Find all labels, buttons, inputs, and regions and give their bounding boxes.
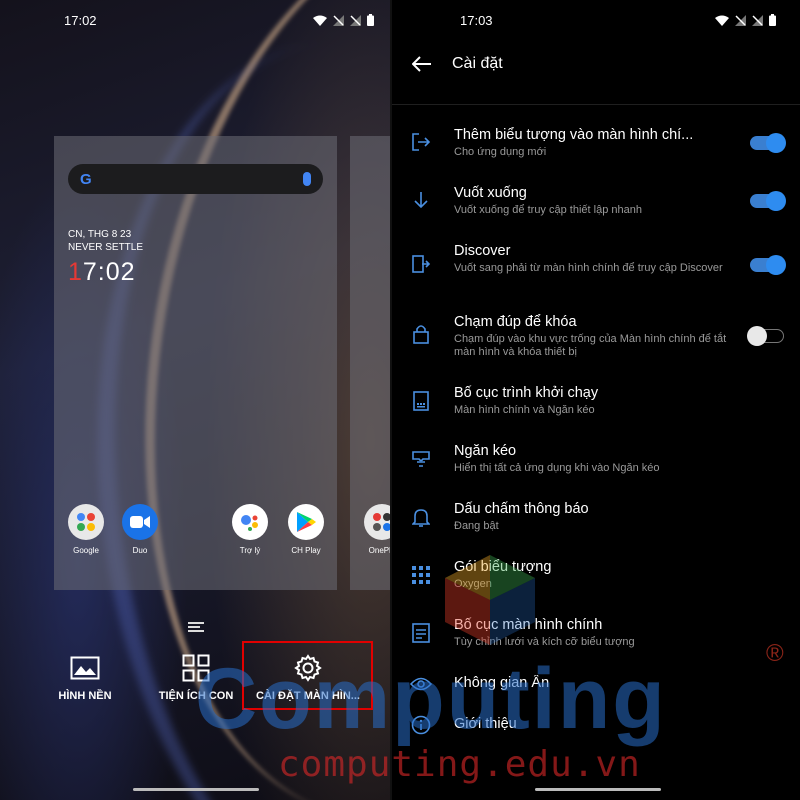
app-label: Duo [132, 546, 148, 555]
clock-hour-first-digit: 1 [68, 258, 83, 286]
highlight-box [242, 641, 373, 710]
setting-title: Thêm biểu tượng vào màn hình chí... [454, 127, 694, 143]
status-bar-right: 17:03 [460, 0, 776, 40]
more-options-icon[interactable] [188, 622, 204, 634]
status-time: 17:02 [64, 12, 97, 28]
app-label: OnePlu [368, 546, 390, 555]
status-bar-left: 17:02 [64, 0, 374, 40]
google-logo-icon: G [80, 170, 92, 188]
home-layout-icon [410, 622, 432, 644]
bell-icon [410, 506, 432, 528]
setting-subtitle: Màn hình chính và Ngăn kéo [454, 404, 595, 416]
clock-rest: 7:02 [82, 258, 136, 286]
app-label: Google [73, 546, 99, 555]
setting-subtitle: Chạm đúp vào khu vực trống của Màn hình … [454, 333, 727, 358]
status-time: 17:03 [460, 12, 493, 28]
widgets-button[interactable]: TIỆN ÍCH CON [156, 652, 236, 702]
setting-title: Discover [454, 243, 511, 259]
setting-subtitle: Vuốt sang phải từ màn hình chính để truy… [454, 262, 723, 274]
wifi-icon [715, 15, 729, 26]
no-signal-icon [333, 14, 344, 26]
app-label: Trợ lý [239, 546, 261, 555]
app-assistant[interactable]: Trợ lý [225, 504, 275, 555]
setting-title: Ngăn kéo [454, 443, 517, 459]
slogan-text: NEVER SETTLE [68, 242, 144, 253]
play-store-icon [288, 504, 324, 540]
oneplus-folder-icon [364, 504, 390, 540]
status-icons [313, 14, 374, 26]
settings-screen: 17:03 Cài đặt Thêm biểu tượng vào màn hì… [390, 0, 800, 800]
status-icons [715, 14, 776, 26]
phone-layout-icon [410, 390, 432, 412]
setting-title: Bố cục màn hình chính [454, 617, 603, 633]
google-search-bar[interactable]: G [68, 164, 323, 194]
setting-subtitle: Hiển thị tất cả ứng dụng khi vào Ngăn ké… [454, 462, 660, 474]
setting-subtitle: Oxygen [454, 578, 492, 590]
toggle-switch[interactable] [750, 133, 786, 153]
duo-icon [122, 504, 158, 540]
add-to-home-icon [410, 131, 432, 153]
toggle-switch[interactable] [750, 191, 786, 211]
mic-icon[interactable] [303, 172, 311, 186]
assistant-icon [232, 504, 268, 540]
lock-icon [410, 323, 432, 345]
eye-icon [410, 673, 432, 695]
no-signal-icon [752, 14, 763, 26]
arrow-down-icon [410, 189, 432, 211]
widgets-icon [182, 654, 210, 682]
app-duo[interactable]: Duo [115, 504, 165, 555]
setting-subtitle: Cho ứng dụng mới [454, 146, 547, 158]
setting-title: Bố cục trình khởi chạy [454, 385, 599, 401]
header-divider [392, 104, 800, 105]
wallpaper-button[interactable]: HÌNH NỀN [56, 652, 114, 702]
wallpaper-label: HÌNH NỀN [58, 690, 112, 702]
next-page-preview[interactable]: OnePlu [350, 136, 390, 590]
toggle-switch[interactable] [750, 255, 786, 275]
home-customize-screen: 17:02 G CN, THG 8 23 NEVER SETTLE 17:02 … [0, 0, 390, 800]
date-widget: CN, THG 8 23 NEVER SETTLE [68, 228, 143, 254]
date-text: CN, THG 8 23 [68, 229, 132, 240]
google-folder-icon [68, 504, 104, 540]
setting-title: Chạm đúp để khóa [454, 314, 577, 330]
home-indicator[interactable] [535, 788, 661, 791]
setting-subtitle: Đang bật [454, 520, 499, 532]
app-label: CH Play [291, 546, 321, 555]
setting-title: Gói biểu tượng [454, 559, 552, 575]
setting-title: Vuốt xuống [454, 185, 527, 201]
battery-icon [367, 14, 374, 26]
app-play-store[interactable]: CH Play [281, 504, 331, 555]
no-signal-icon [735, 14, 746, 26]
setting-subtitle: Vuốt xuống để truy cập thiết lập nhanh [454, 204, 642, 216]
page-title: Cài đặt [452, 55, 503, 72]
discover-icon [410, 253, 432, 275]
drawer-icon [410, 448, 432, 470]
no-signal-icon [350, 14, 361, 26]
home-screen-preview[interactable]: G CN, THG 8 23 NEVER SETTLE 17:02 Google… [54, 136, 337, 590]
info-icon [410, 714, 432, 736]
setting-subtitle: Tùy chỉnh lưới và kích cỡ biểu tượng [454, 636, 635, 648]
setting-title: Không gian Ẩn [454, 675, 550, 691]
home-indicator[interactable] [133, 788, 259, 791]
toggle-switch[interactable] [747, 325, 784, 346]
clock-widget: 17:02 [68, 258, 136, 287]
widgets-label: TIỆN ÍCH CON [158, 690, 234, 702]
back-arrow-icon[interactable] [412, 56, 432, 72]
app-oneplus-folder[interactable]: OnePlu [357, 504, 390, 555]
app-bar: Cài đặt [412, 55, 503, 73]
setting-title: Dấu chấm thông báo [454, 501, 589, 517]
image-icon [70, 656, 100, 680]
setting-title: Giới thiệu [454, 716, 517, 732]
battery-icon [769, 14, 776, 26]
wifi-icon [313, 15, 327, 26]
app-google-folder[interactable]: Google [61, 504, 111, 555]
icon-grid-icon [410, 564, 432, 586]
